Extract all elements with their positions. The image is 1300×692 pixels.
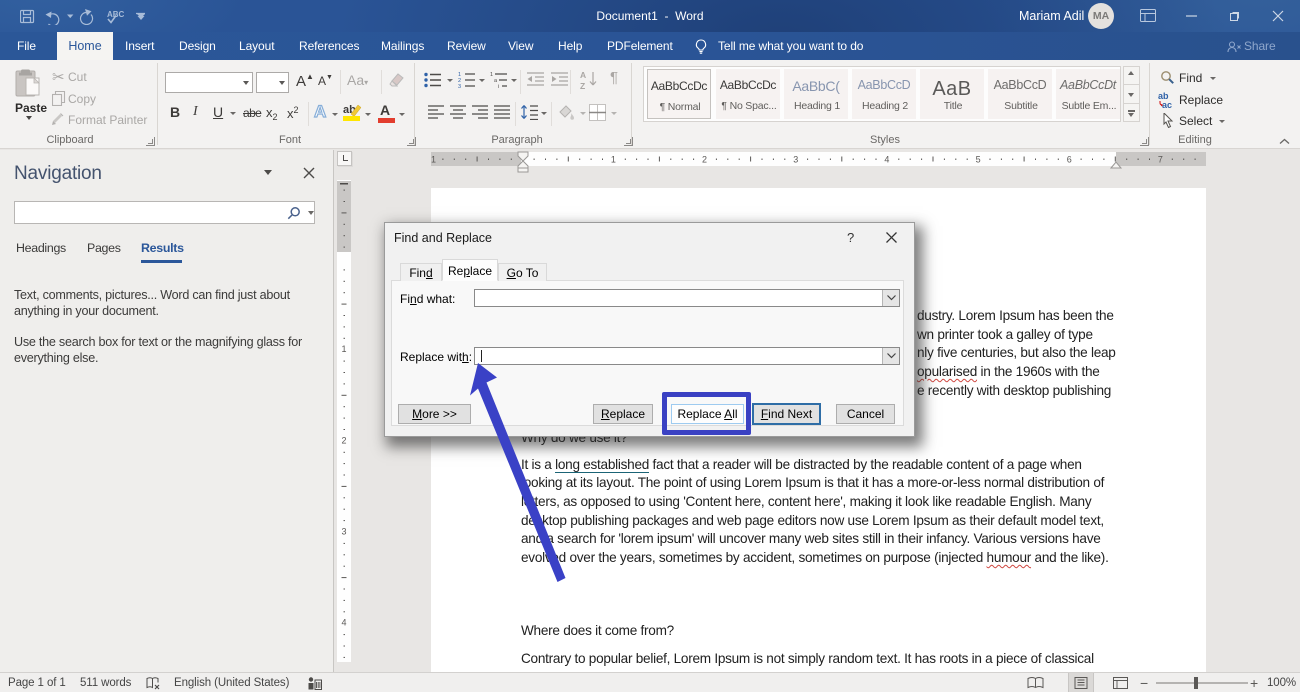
svg-text:6: 6	[1067, 155, 1072, 165]
svg-text:Z: Z	[580, 81, 585, 90]
svg-text:5: 5	[976, 155, 981, 165]
svg-text:4: 4	[884, 155, 889, 165]
svg-text:1: 1	[490, 72, 493, 78]
svg-text:3: 3	[341, 527, 346, 537]
svg-text:2: 2	[702, 155, 707, 165]
svg-text:4: 4	[341, 618, 346, 628]
svg-text:A: A	[580, 70, 586, 80]
svg-text:1: 1	[341, 344, 346, 354]
svg-text:ac: ac	[1162, 100, 1172, 109]
svg-text:i: i	[498, 84, 499, 89]
svg-text:3: 3	[793, 155, 798, 165]
svg-text:7: 7	[1158, 155, 1163, 165]
svg-text:1: 1	[611, 155, 616, 165]
svg-text:2: 2	[341, 435, 346, 445]
svg-text:3: 3	[458, 84, 461, 89]
svg-text:ABC: ABC	[107, 10, 125, 19]
svg-text:1: 1	[431, 155, 436, 165]
